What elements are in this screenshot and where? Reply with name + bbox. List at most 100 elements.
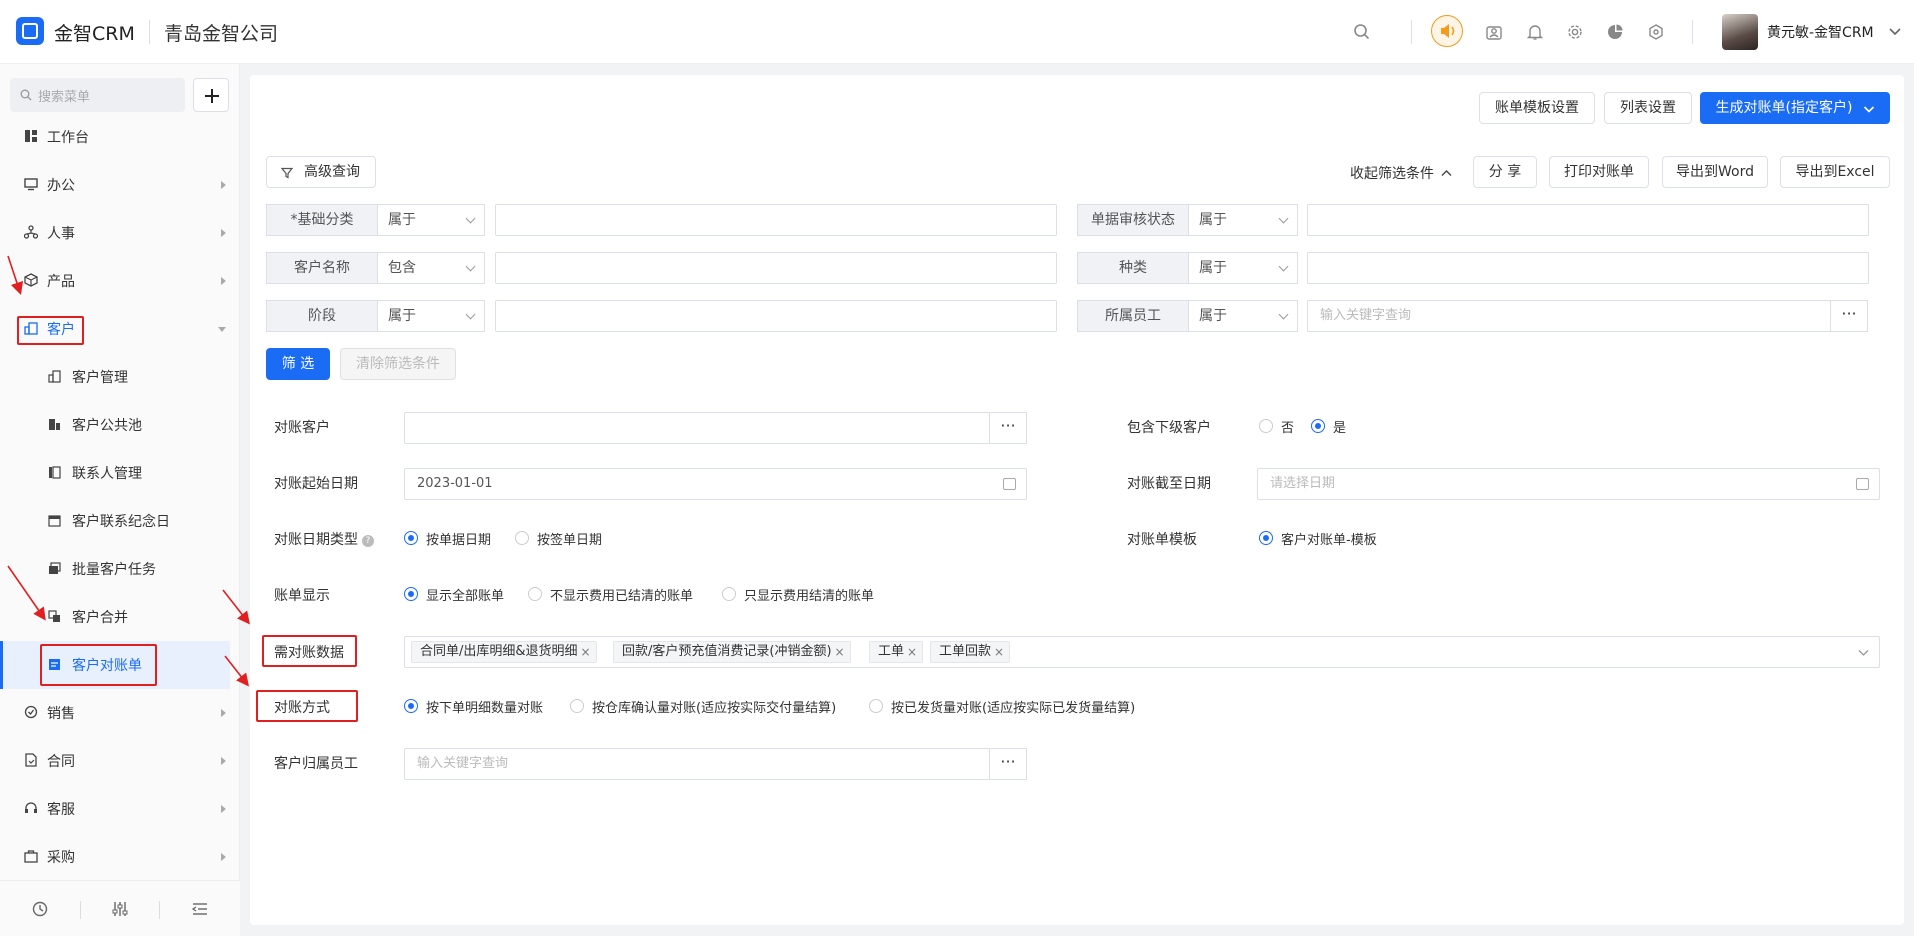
display-radio-all[interactable] bbox=[404, 587, 418, 601]
end-date-input[interactable]: 请选择日期 bbox=[1257, 468, 1880, 500]
avatar[interactable] bbox=[1722, 14, 1758, 50]
sidebar-subitem-contacts[interactable]: 联系人管理 bbox=[0, 449, 230, 497]
filter-operator-select[interactable]: 包含 bbox=[377, 252, 485, 284]
method-radio-warehouse[interactable] bbox=[570, 699, 584, 713]
chart-icon[interactable] bbox=[1605, 22, 1625, 42]
include-sub-radio-yes[interactable] bbox=[1311, 419, 1325, 433]
template-settings-button[interactable]: 账单模板设置 bbox=[1479, 92, 1595, 124]
filter-label: 阶段 bbox=[266, 300, 378, 332]
display-radio-unsettled[interactable] bbox=[528, 587, 542, 601]
owner-search-input[interactable]: 输入关键字查询 bbox=[404, 748, 990, 780]
close-icon[interactable]: × bbox=[907, 642, 917, 662]
divider bbox=[1692, 20, 1693, 44]
method-radio-order[interactable] bbox=[404, 699, 418, 713]
data-tag: 工单回款 × bbox=[930, 641, 1011, 663]
clear-filter-button[interactable]: 清除筛选条件 bbox=[340, 348, 456, 380]
sidebar-item-hr[interactable]: 人事 bbox=[0, 209, 240, 257]
export-word-button[interactable]: 导出到Word bbox=[1662, 156, 1768, 188]
include-sub-radio-no[interactable] bbox=[1259, 419, 1273, 433]
bell-icon[interactable] bbox=[1525, 22, 1545, 42]
filter-value-input[interactable] bbox=[1307, 252, 1869, 284]
owner-label: 客户归属员工 bbox=[274, 756, 358, 772]
advanced-query-button[interactable]: 高级查询 bbox=[266, 156, 376, 188]
export-excel-button[interactable]: 导出到Excel bbox=[1780, 156, 1890, 188]
sidebar-item-label: 工作台 bbox=[47, 130, 89, 146]
sidebar-subitem-anniversary[interactable]: 客户联系纪念日 bbox=[0, 497, 230, 545]
generate-statement-button[interactable]: 生成对账单(指定客户) bbox=[1700, 92, 1890, 124]
help-icon[interactable]: ? bbox=[362, 535, 374, 547]
customer-input[interactable] bbox=[404, 412, 990, 444]
filter-label: 单据审核状态 bbox=[1077, 204, 1189, 236]
sidebar-subitem-batch-task[interactable]: 批量客户任务 bbox=[0, 545, 230, 593]
notice-icon[interactable] bbox=[1431, 15, 1463, 47]
filter-value-input[interactable] bbox=[495, 252, 1057, 284]
filter-value-input[interactable] bbox=[495, 204, 1057, 236]
monitor-icon bbox=[24, 178, 38, 191]
main-panel: 账单模板设置 列表设置 生成对账单(指定客户) 高级查询 收起筛选条件 分 享 … bbox=[250, 75, 1904, 925]
gear-icon[interactable] bbox=[1565, 22, 1585, 42]
method-radio-shipped[interactable] bbox=[869, 699, 883, 713]
shield-icon[interactable] bbox=[1646, 22, 1666, 42]
data-multiselect[interactable]: 合同单/出库明细&退货明细 × 回款/客户预充值消费记录(冲销金额) × 工单 × 工… bbox=[404, 636, 1880, 668]
employee-search-input[interactable]: 输入关键字查询 bbox=[1307, 300, 1831, 332]
filter-button[interactable]: 筛 选 bbox=[266, 348, 330, 380]
filter-operator-select[interactable]: 属于 bbox=[377, 204, 485, 236]
sidebar-item-label: 销售 bbox=[47, 706, 75, 722]
chevron-right-icon bbox=[221, 709, 226, 717]
company-name[interactable]: 青岛金智公司 bbox=[164, 19, 278, 46]
radio-label: 按单据日期 bbox=[426, 533, 492, 548]
date-type-radio-sign[interactable] bbox=[515, 531, 529, 545]
sidebar-item-purchase[interactable]: 采购 bbox=[0, 833, 240, 881]
collapse-filter-toggle[interactable]: 收起筛选条件 bbox=[1350, 163, 1452, 183]
sidebar-subitem-public-pool[interactable]: 客户公共池 bbox=[0, 401, 230, 449]
add-button[interactable] bbox=[193, 78, 229, 112]
more-options-button[interactable]: ··· bbox=[1830, 300, 1868, 332]
menu-search-input[interactable]: 搜索菜单 bbox=[10, 78, 185, 112]
contacts-icon[interactable] bbox=[1484, 22, 1504, 42]
close-icon[interactable]: × bbox=[994, 642, 1004, 662]
start-date-input[interactable]: 2023-01-01 bbox=[404, 468, 1027, 500]
annotation-box bbox=[262, 635, 357, 667]
data-tag-label: 合同单/出库明细&退货明细 bbox=[420, 644, 578, 659]
menu-search-placeholder: 搜索菜单 bbox=[38, 90, 91, 105]
filter-operator-select[interactable]: 属于 bbox=[1188, 300, 1298, 332]
template-radio[interactable] bbox=[1259, 531, 1273, 545]
share-button[interactable]: 分 享 bbox=[1473, 156, 1537, 188]
sidebar-item-product[interactable]: 产品 bbox=[0, 257, 240, 305]
sidebar-subitem-customer-management[interactable]: 客户管理 bbox=[0, 353, 230, 401]
customer-picker-button[interactable]: ··· bbox=[989, 412, 1027, 444]
search-icon[interactable] bbox=[1352, 22, 1372, 42]
radio-label: 不显示费用已结清的账单 bbox=[550, 589, 694, 604]
filter-operator-value: 包含 bbox=[388, 260, 416, 276]
generate-statement-label: 生成对账单(指定客户) bbox=[1715, 100, 1853, 116]
dropdown-icon[interactable] bbox=[1888, 24, 1902, 38]
filter-operator-select[interactable]: 属于 bbox=[1188, 252, 1298, 284]
filter-operator-select[interactable]: 属于 bbox=[377, 300, 485, 332]
radio-label: 显示全部账单 bbox=[426, 589, 505, 604]
filter-value-input[interactable] bbox=[495, 300, 1057, 332]
filter-value-input[interactable] bbox=[1307, 204, 1869, 236]
filter-icon bbox=[281, 167, 293, 179]
list-settings-button[interactable]: 列表设置 bbox=[1604, 92, 1692, 124]
sidebar-item-office[interactable]: 办公 bbox=[0, 161, 240, 209]
sidebar-item-service[interactable]: 客服 bbox=[0, 785, 240, 833]
print-statement-button[interactable]: 打印对账单 bbox=[1549, 156, 1649, 188]
date-type-radio-doc[interactable] bbox=[404, 531, 418, 545]
user-name[interactable]: 黄元敏-金智CRM bbox=[1767, 22, 1874, 42]
close-icon[interactable]: × bbox=[580, 642, 590, 662]
sidebar-item-contract[interactable]: 合同 bbox=[0, 737, 240, 785]
radio-label: 按仓库确认量对账(适应按实际交付量结算) bbox=[592, 701, 837, 716]
sliders-icon[interactable] bbox=[111, 900, 129, 918]
sidebar-item-label: 客服 bbox=[47, 802, 75, 818]
owner-picker-button[interactable]: ··· bbox=[989, 748, 1027, 780]
sidebar-item-sales[interactable]: 销售 bbox=[0, 689, 240, 737]
sidebar-subitem-merge[interactable]: 客户合并 bbox=[0, 593, 230, 641]
collapse-menu-icon[interactable] bbox=[191, 900, 209, 918]
filter-operator-select[interactable]: 属于 bbox=[1188, 204, 1298, 236]
display-radio-settled[interactable] bbox=[722, 587, 736, 601]
divider bbox=[149, 20, 150, 44]
chevron-down-icon bbox=[465, 213, 476, 224]
history-icon[interactable] bbox=[31, 900, 49, 918]
sidebar-item-workbench[interactable]: 工作台 bbox=[0, 113, 240, 161]
close-icon[interactable]: × bbox=[834, 642, 844, 662]
